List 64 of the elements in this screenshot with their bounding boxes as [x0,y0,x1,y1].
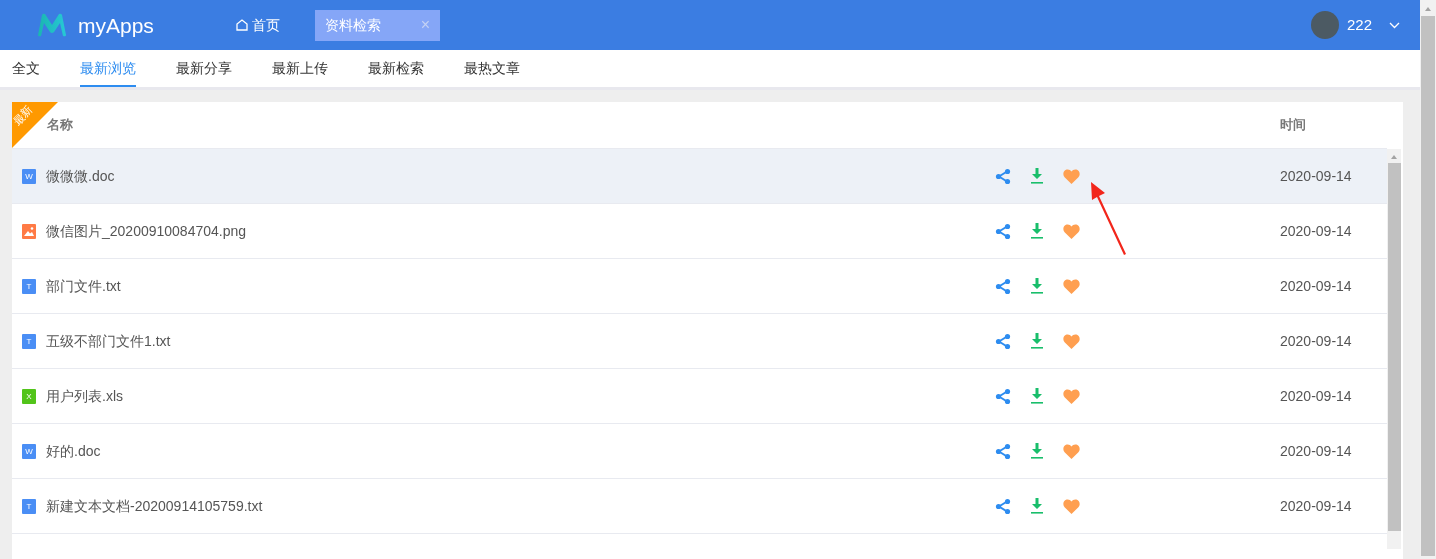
file-type-icon: W [22,168,36,184]
heart-icon[interactable] [1063,333,1080,349]
scroll-up-icon[interactable] [1424,6,1432,12]
file-type-icon: T [22,278,36,294]
file-name[interactable]: 部门文件.txt [46,275,121,297]
file-name[interactable]: 好的.doc [46,440,101,462]
heart-icon[interactable] [1063,168,1080,184]
heart-icon[interactable] [1063,443,1080,459]
avatar[interactable] [1310,11,1339,39]
scroll-up-icon[interactable] [1390,154,1398,160]
page-scrollbar[interactable] [1420,0,1436,559]
file-type-icon: T [22,498,36,514]
download-icon[interactable] [1031,278,1043,294]
home-icon [236,19,248,31]
user-name: 222 [1346,14,1372,35]
date-cell-text: 2020-09-14 [1280,276,1353,296]
category-tab[interactable]: 最新分享 [176,50,232,87]
file-name[interactable]: 新建文本文档-20200914105759.txt [46,495,263,517]
heart-icon[interactable] [1063,388,1080,404]
date-cell-text: 2020-09-14 [1280,496,1353,516]
share-icon[interactable] [995,332,1011,350]
date-cell-text: 2020-09-14 [1280,166,1353,186]
file-type-icon: W [22,443,36,459]
download-icon[interactable] [1031,168,1043,184]
logo-icon [36,13,68,37]
date-cell-text: 2020-09-14 [1280,386,1353,406]
file-name[interactable]: 微微微.doc [46,165,115,187]
category-tab[interactable]: 最新上传 [272,50,328,87]
column-header: 时间 [1280,116,1307,135]
download-icon[interactable] [1031,498,1043,514]
image-file-icon [22,223,36,239]
share-icon[interactable] [995,387,1011,405]
heart-icon[interactable] [1063,498,1080,514]
category-tab[interactable]: 最新浏览 [80,50,136,87]
date-cell-text: 2020-09-14 [1280,441,1353,461]
file-row[interactable]: W 微微微.doc 2020-09-14 [12,149,1387,204]
share-icon[interactable] [995,277,1011,295]
file-name[interactable]: 用户列表.xls [46,385,123,407]
app-name: myApps [78,14,154,36]
category-tab[interactable]: 最热文章 [464,50,520,87]
date-cell-text: 2020-09-14 [1280,221,1353,241]
category-tab[interactable]: 全文 [12,50,40,87]
table-scrollbar[interactable] [1387,149,1401,549]
download-icon[interactable] [1031,443,1043,459]
home-link[interactable]: 首页 [236,14,280,36]
share-icon[interactable] [995,222,1011,240]
file-name[interactable]: 微信图片_20200910084704.png [46,220,247,242]
category-tab[interactable]: 最新检索 [368,50,424,87]
column-header: 名称 [47,116,73,135]
open-page-tab-label: 资料检索 [325,15,381,35]
file-type-icon: X [22,388,36,404]
download-icon[interactable] [1031,388,1043,404]
date-cell-text: 2020-09-14 [1280,331,1353,351]
heart-icon[interactable] [1063,278,1080,294]
share-icon[interactable] [995,442,1011,460]
heart-icon[interactable] [1063,223,1080,239]
file-name[interactable]: 五级不部门文件1.txt [46,330,171,352]
share-icon[interactable] [995,167,1011,185]
file-type-icon: T [22,333,36,349]
ribbon-label: 最新 [12,103,35,128]
download-icon[interactable] [1031,333,1043,349]
chevron-down-icon[interactable] [1389,21,1400,29]
download-icon[interactable] [1031,223,1043,239]
share-icon[interactable] [995,497,1011,515]
